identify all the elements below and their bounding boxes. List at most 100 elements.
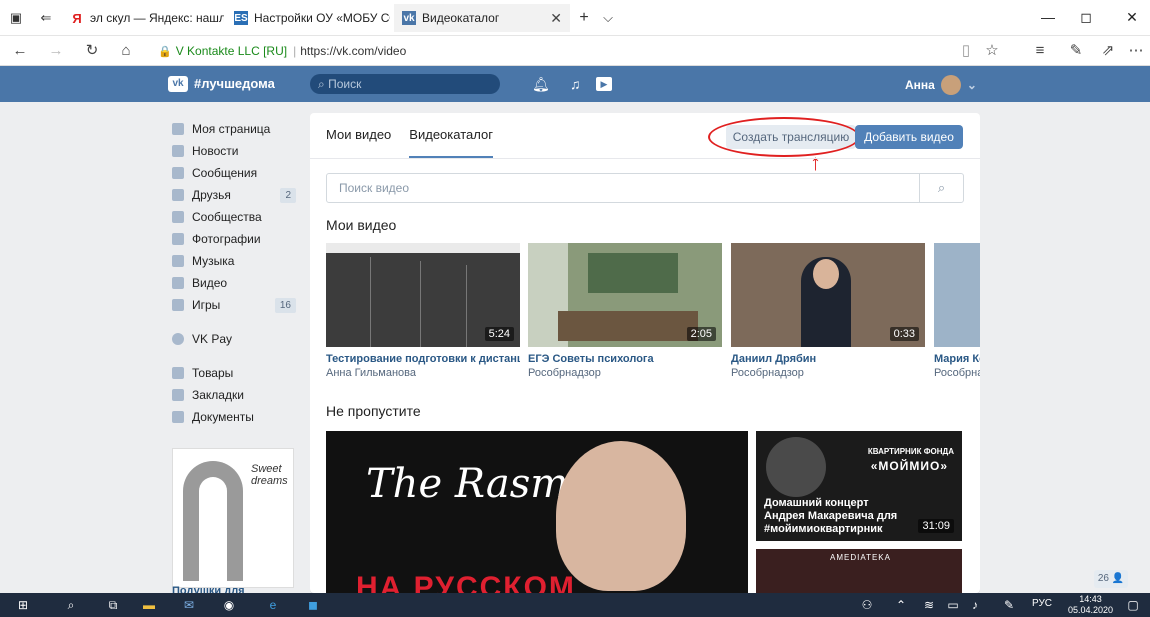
menu-item-communities[interactable]: Сообщества	[172, 206, 296, 228]
video-author[interactable]: Рособрнадзор	[528, 367, 722, 379]
task-view-icon[interactable]: ⧉	[104, 597, 122, 613]
featured-video[interactable]: The Rasmus НА РУССКОМ	[326, 431, 748, 593]
tab-label: эл скул — Яндекс: нашлось	[90, 11, 224, 25]
film-icon	[172, 277, 184, 289]
music-note-icon	[172, 255, 184, 267]
edge-icon[interactable]: e	[264, 597, 282, 613]
menu-item-my-page[interactable]: Моя страница	[172, 118, 296, 140]
favorites-hub-icon[interactable]: ≡	[1030, 41, 1050, 61]
menu-item-documents[interactable]: Документы	[172, 406, 296, 428]
app-icon[interactable]: ◼	[304, 597, 322, 613]
tab-actions-icon[interactable]: ▣	[8, 10, 24, 26]
share-icon[interactable]: ⇗	[1098, 41, 1118, 61]
video-thumbnail[interactable]: 5:24	[326, 243, 520, 347]
menu-item-messages[interactable]: Сообщения	[172, 162, 296, 184]
video-card[interactable]: 2:05 ЕГЭ Советы психолога Рособрнадзор	[528, 243, 722, 379]
windows-taskbar: ⊞ ⌕ ⧉ ▬ ✉ ◉ e ◼ ⚇ ⌃ ≋ ▭ ♪ ✎ РУС 14:43 05…	[0, 593, 1150, 617]
camera-icon	[172, 233, 184, 245]
tab-my-videos[interactable]: Мои видео	[326, 127, 391, 158]
video-card[interactable]: Мария Ко Рособрна	[934, 243, 980, 379]
video-thumbnail[interactable]	[934, 243, 980, 347]
menu-label: Видео	[192, 276, 228, 290]
chevron-up-icon[interactable]: ⌃	[892, 597, 910, 613]
clock[interactable]: 14:43 05.04.2020	[1068, 594, 1113, 616]
close-tab-icon[interactable]: ✕	[550, 10, 562, 27]
video-title[interactable]: ЕГЭ Советы психолога	[528, 353, 722, 365]
more-icon[interactable]: ⋯	[1126, 41, 1146, 61]
browser-tab-bar: ▣ ⇐ Я эл скул — Яндекс: нашлось ES Настр…	[0, 0, 1150, 36]
user-menu[interactable]: Анна ⌄	[905, 75, 977, 95]
video-thumbnail[interactable]: 2:05	[528, 243, 722, 347]
video-author[interactable]: Анна Гильманова	[326, 367, 520, 379]
play-icon[interactable]: ▶	[596, 77, 612, 91]
video-title[interactable]: Мария Ко	[934, 353, 980, 365]
forward-icon[interactable]: →	[46, 41, 66, 61]
tab-yandex[interactable]: Я эл скул — Яндекс: нашлось	[62, 4, 224, 32]
url-text: https://vk.com/video	[300, 44, 407, 58]
video-card[interactable]: 0:33 Даниил Дрябин Рособрнадзор	[731, 243, 925, 379]
ad-banner[interactable]: Sweet dreams	[172, 448, 294, 588]
menu-item-games[interactable]: Игры 16	[172, 294, 296, 316]
new-tab-button[interactable]: +	[576, 10, 592, 26]
menu-item-music[interactable]: Музыка	[172, 250, 296, 272]
vk-search-input[interactable]: ⌕ Поиск	[310, 74, 500, 94]
mail-icon[interactable]: ✉	[180, 597, 198, 613]
featured-side-video-2[interactable]: AMEDIATEKA	[756, 549, 962, 593]
notifications-icon[interactable]: ▢	[1124, 597, 1142, 613]
file-explorer-icon[interactable]: ▬	[140, 597, 158, 613]
video-author[interactable]: Рособрна	[934, 367, 980, 379]
vk-hashtag[interactable]: #лучшедома	[194, 76, 275, 91]
menu-label: Фотографии	[192, 232, 261, 246]
reading-view-icon[interactable]: ▯	[956, 41, 976, 61]
start-icon[interactable]: ⊞	[14, 597, 32, 613]
video-card[interactable]: 5:24 Тестирование подготовки к дистанц..…	[326, 243, 520, 379]
search-icon[interactable]: ⌕	[919, 174, 963, 202]
tab-list-dropdown-icon[interactable]: ⌵	[600, 10, 616, 26]
url-field[interactable]: 🔒 V Kontakte LLC [RU] | https://vk.com/v…	[158, 39, 976, 63]
chevron-down-icon: ⌄	[966, 78, 977, 92]
video-author[interactable]: Рособрнадзор	[731, 367, 925, 379]
online-counter[interactable]: 26 👤	[1094, 570, 1128, 588]
menu-item-video[interactable]: Видео	[172, 272, 296, 294]
pen-notes-icon[interactable]: ✎	[1066, 41, 1086, 61]
pen-icon[interactable]: ✎	[1000, 597, 1018, 613]
video-title[interactable]: Даниил Дрябин	[731, 353, 925, 365]
thumb-detail	[326, 243, 520, 253]
user-name: Анна	[905, 78, 935, 92]
back-icon[interactable]: ←	[10, 41, 30, 61]
video-title[interactable]: Тестирование подготовки к дистанц...	[326, 353, 520, 365]
menu-item-news[interactable]: Новости	[172, 140, 296, 162]
volume-icon[interactable]: ♪	[966, 597, 984, 613]
minimize-button[interactable]: —	[1034, 6, 1062, 28]
language-indicator[interactable]: РУС	[1032, 598, 1052, 609]
notifications-bell-icon[interactable]: 🔔︎	[532, 75, 550, 93]
wifi-icon[interactable]: ≋	[920, 597, 938, 613]
menu-item-vkpay[interactable]: VK Pay	[172, 328, 296, 350]
close-window-button[interactable]: ✕	[1118, 6, 1146, 28]
refresh-icon[interactable]: ↻	[82, 41, 102, 61]
app-icon[interactable]: ◉	[220, 597, 238, 613]
battery-icon[interactable]: ▭	[944, 597, 962, 613]
maximize-button[interactable]: ◻	[1072, 6, 1100, 28]
tab-video-catalog[interactable]: Видеокаталог	[409, 127, 493, 158]
music-icon[interactable]: ♫	[570, 75, 581, 93]
menu-item-bookmarks[interactable]: Закладки	[172, 384, 296, 406]
people-icon[interactable]: ⚇	[858, 597, 876, 613]
side-video-title: Домашний концерт Андрея Макаревича для #…	[764, 497, 898, 535]
search-icon[interactable]: ⌕	[62, 597, 80, 613]
menu-item-friends[interactable]: Друзья 2	[172, 184, 296, 206]
thumb-detail	[466, 265, 467, 347]
menu-item-goods[interactable]: Товары	[172, 362, 296, 384]
tab-video-catalog[interactable]: vk Видеокаталог ✕	[394, 4, 570, 32]
video-thumbnail[interactable]: 0:33	[731, 243, 925, 347]
featured-side-video[interactable]: КВАРТИРНИК ФОНДА «МОЙМИО» Домашний конце…	[756, 431, 962, 541]
video-search-input[interactable]: Поиск видео ⌕	[326, 173, 964, 203]
home-icon[interactable]: ⌂	[116, 41, 136, 61]
menu-item-photos[interactable]: Фотографии	[172, 228, 296, 250]
tab-settings[interactable]: ES Настройки ОУ «МОБУ СОШ	[226, 4, 390, 32]
add-video-button[interactable]: Добавить видео	[855, 125, 963, 149]
set-aside-tabs-icon[interactable]: ⇐	[38, 10, 54, 26]
favorite-star-icon[interactable]: ☆	[982, 41, 1002, 61]
annotation-arrow: ↑	[810, 150, 821, 175]
vk-logo-icon[interactable]: vk	[168, 76, 188, 92]
